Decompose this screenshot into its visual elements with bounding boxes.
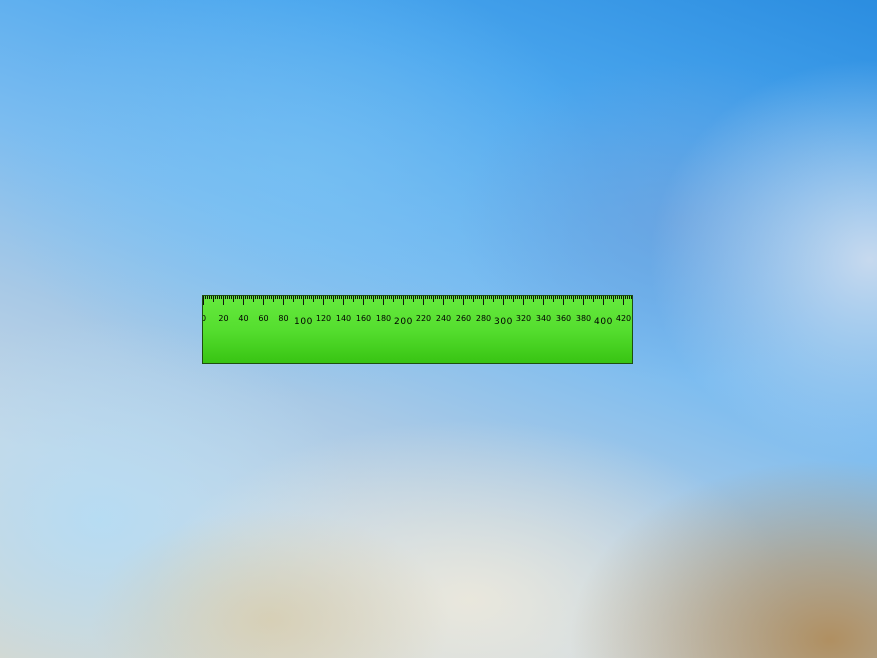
ruler-label: 120 [316,314,331,323]
ruler-label: 200 [394,317,413,327]
ruler-label: 40 [238,314,248,323]
ruler-label: 160 [356,314,371,323]
ruler-label: 300 [494,317,513,327]
ruler-label: 360 [556,314,571,323]
ruler-label: 260 [456,314,471,323]
ruler-label: 240 [436,314,451,323]
ruler-label: 400 [594,317,613,327]
ruler-label: 340 [536,314,551,323]
ruler-label: 20 [218,314,228,323]
ruler-label: 80 [278,314,288,323]
ruler-label: 60 [258,314,268,323]
ruler-label: 140 [336,314,351,323]
ruler-label: 0 [203,314,206,323]
ruler-label: 220 [416,314,431,323]
screen-ruler[interactable]: 0204060801001201401601802002202402602803… [202,295,633,364]
ruler-label: 280 [476,314,491,323]
ruler-scale: 0204060801001201401601802002202402602803… [203,296,632,327]
ruler-label: 420 [616,314,631,323]
ruler-label: 180 [376,314,391,323]
ruler-label: 100 [294,317,313,327]
ruler-label: 320 [516,314,531,323]
ruler-label: 380 [576,314,591,323]
